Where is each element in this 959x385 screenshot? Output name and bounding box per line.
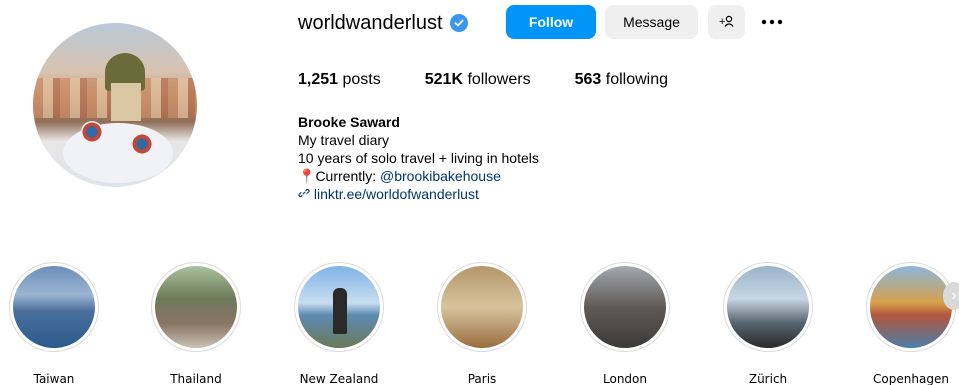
highlight-label: London <box>603 372 647 385</box>
posts-stat[interactable]: 1,251 posts <box>298 71 381 89</box>
highlight-image <box>584 266 666 348</box>
highlight-ring <box>437 262 527 352</box>
highlight-image <box>155 266 237 348</box>
message-button[interactable]: Message <box>605 5 698 39</box>
story-highlights: Taiwan Thailand New Zealand Paris London… <box>0 262 959 385</box>
avatar-flower <box>131 133 153 155</box>
highlight-label: New Zealand <box>299 372 379 385</box>
highlight-image <box>727 266 809 348</box>
highlight-label: Zürich <box>748 372 788 385</box>
pin-icon: 📍 <box>298 168 316 184</box>
add-user-button[interactable]: + <box>708 5 745 39</box>
followers-stat[interactable]: 521K followers <box>425 71 531 89</box>
external-link[interactable]: linktr.ee/worldofwanderlust <box>314 186 479 202</box>
avatar-flower <box>81 121 103 143</box>
avatar-dress <box>63 123 173 183</box>
highlight-image <box>298 266 380 348</box>
highlight-ring <box>9 262 99 352</box>
highlight-ring <box>294 262 384 352</box>
profile-stats: 1,251 posts 521K followers 563 following <box>298 71 712 89</box>
bio-link-row: linktr.ee/worldofwanderlust <box>298 185 539 203</box>
highlight-new-zealand[interactable]: New Zealand <box>289 262 389 385</box>
highlight-ring <box>723 262 813 352</box>
followers-count: 521K <box>424 71 463 88</box>
following-label: following <box>605 71 669 88</box>
highlight-taiwan[interactable]: Taiwan <box>4 262 104 385</box>
username-row: worldwanderlust <box>298 5 468 41</box>
highlight-image <box>870 266 952 348</box>
highlight-thailand[interactable]: Thailand <box>146 262 246 385</box>
highlight-image <box>13 266 95 348</box>
username: worldwanderlust <box>298 11 443 34</box>
highlight-label: Thailand <box>170 372 222 385</box>
highlight-zurich[interactable]: Zürich <box>718 262 818 385</box>
highlight-label: Copenhagen <box>873 372 949 385</box>
profile-bio: Brooke Saward My travel diary 10 years o… <box>298 113 539 203</box>
more-options-icon[interactable] <box>759 5 785 39</box>
bio-line: 10 years of solo travel + living in hote… <box>298 150 539 166</box>
mention-link[interactable]: @brookibakehouse <box>380 168 501 184</box>
display-name: Brooke Saward <box>298 114 400 130</box>
avatar-tower <box>111 83 141 121</box>
highlight-label: Taiwan <box>33 372 75 385</box>
profile-avatar[interactable] <box>33 23 197 187</box>
highlight-copenhagen[interactable]: Copenhagen <box>861 262 959 385</box>
highlight-image <box>441 266 523 348</box>
following-stat[interactable]: 563 following <box>575 71 668 89</box>
posts-count: 1,251 <box>298 71 339 88</box>
bio-currently: 📍Currently: @brookibakehouse <box>298 167 539 185</box>
posts-label: posts <box>342 71 381 88</box>
verified-badge-icon <box>449 14 468 32</box>
chevron-right-icon[interactable]: › <box>943 282 959 310</box>
highlight-paris[interactable]: Paris <box>432 262 532 385</box>
highlight-label: Paris <box>467 372 497 385</box>
highlight-ring <box>866 262 956 352</box>
bio-line: My travel diary <box>298 132 390 148</box>
following-count: 563 <box>574 71 602 88</box>
add-user-icon: + <box>719 14 735 31</box>
highlight-ring <box>151 262 241 352</box>
currently-label: Currently: <box>315 168 381 184</box>
follow-button[interactable]: Follow <box>506 5 596 39</box>
highlight-london[interactable]: London <box>575 262 675 385</box>
highlight-ring <box>580 262 670 352</box>
followers-label: followers <box>467 71 531 88</box>
link-icon <box>298 186 314 202</box>
highlight-figure <box>333 288 347 334</box>
